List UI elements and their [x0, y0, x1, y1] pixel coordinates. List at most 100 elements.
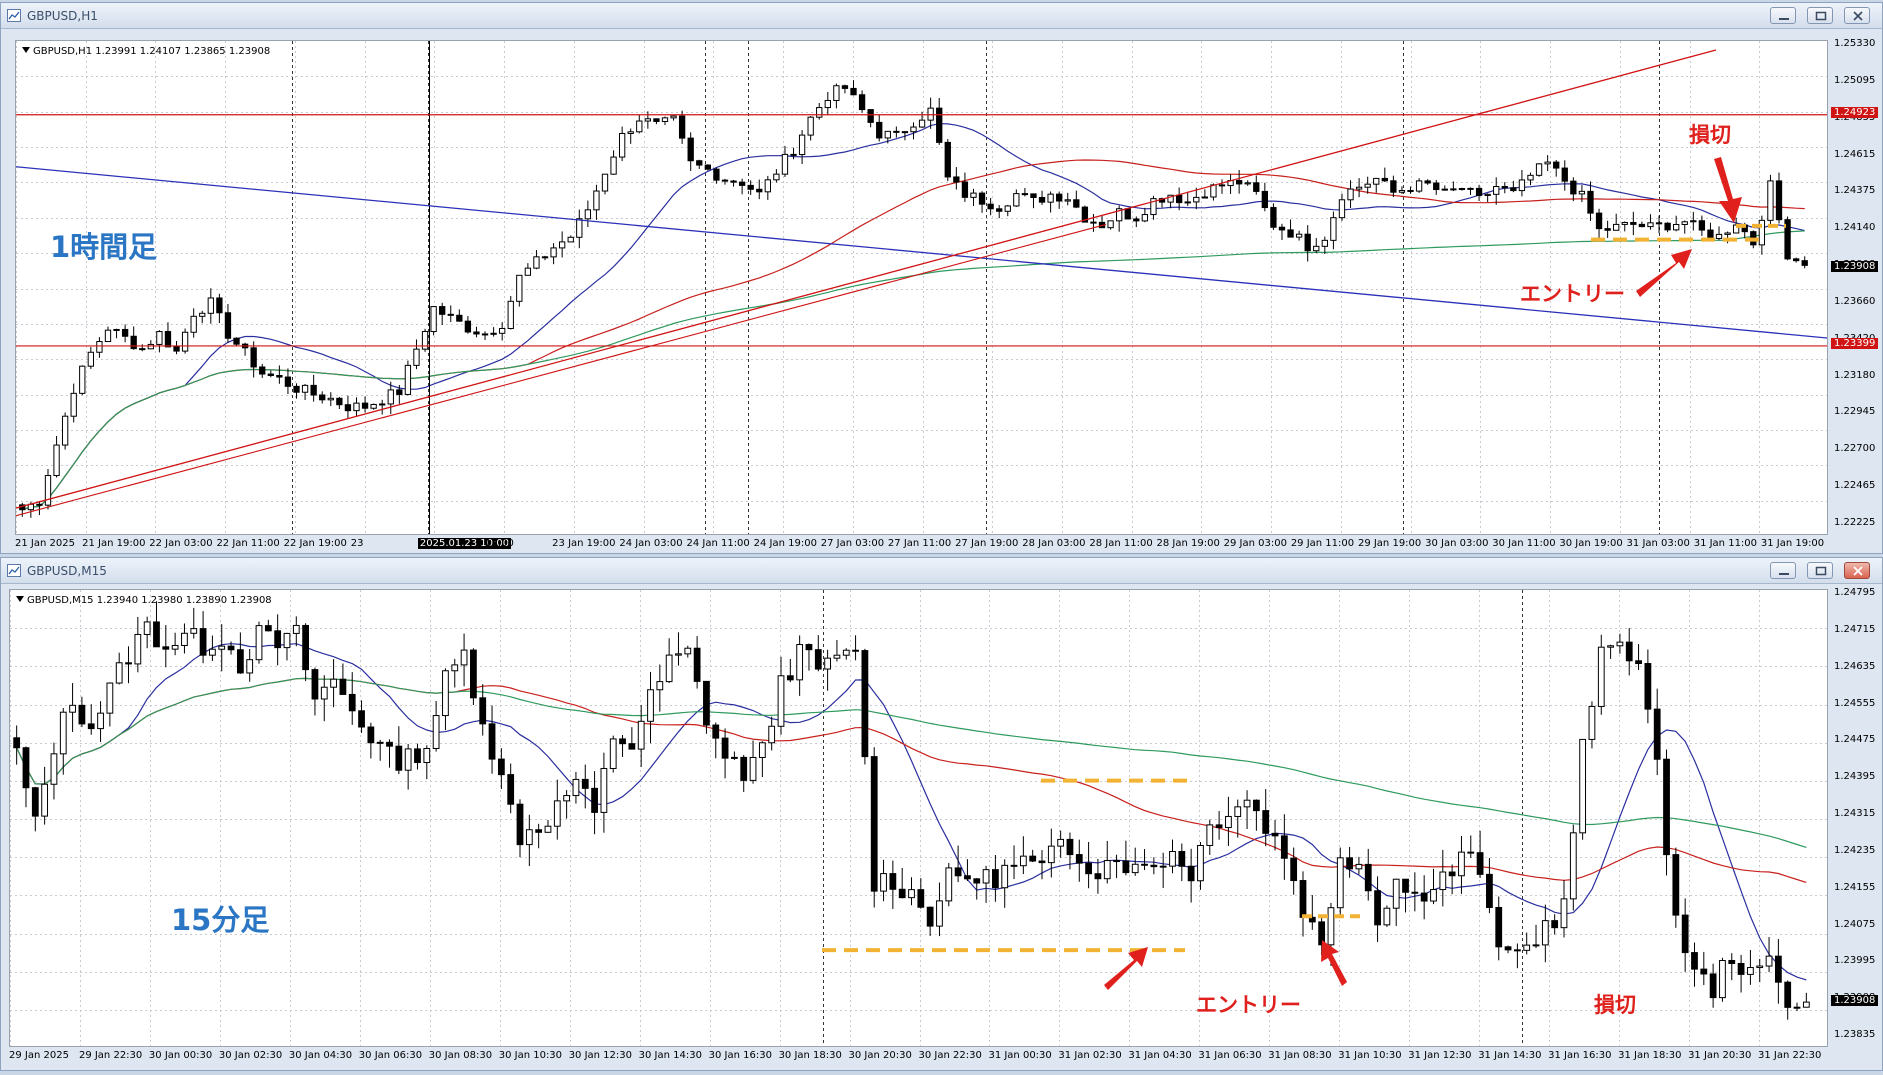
bear-candle [139, 348, 146, 351]
bull-candle [982, 869, 990, 884]
bull-candle [1690, 220, 1697, 223]
bear-candle [1021, 193, 1029, 196]
bear-candle [1271, 832, 1279, 837]
ma-mid-line [16, 677, 1807, 883]
bear-candle [481, 333, 489, 336]
bear-candle [1407, 189, 1414, 192]
time-tick-label: 31 Jan 10:30 [1338, 1050, 1402, 1061]
bear-candle [1299, 880, 1307, 918]
price-tick-label: 1.24795 [1834, 587, 1876, 598]
bear-candle [1178, 851, 1186, 867]
restore-icon [1815, 11, 1827, 21]
bull-candle [644, 118, 652, 122]
bull-candle [525, 829, 533, 846]
bull-candle [1724, 232, 1731, 235]
bear-candle [1698, 220, 1706, 231]
bear-candle [13, 737, 21, 749]
restore-button[interactable] [1807, 562, 1833, 579]
minimize-button[interactable] [1770, 7, 1796, 24]
bull-candle [218, 645, 226, 650]
bull-candle [1747, 967, 1754, 975]
bull-candle [1336, 857, 1344, 909]
close-button[interactable] [1844, 7, 1870, 24]
window-titlebar[interactable]: GBPUSD,M15 [1, 558, 1882, 584]
bear-candle [1630, 222, 1637, 225]
bear-candle [581, 778, 589, 789]
price-tick-label: 1.24140 [1834, 222, 1876, 234]
chart-window-h1[interactable]: GBPUSD,H1 GBPUSD,H1 1.23991 1.24107 1.23… [0, 2, 1883, 554]
bull-candle [134, 633, 142, 665]
bear-candle [302, 624, 310, 671]
bear-candle [1075, 854, 1083, 864]
bear-candle [1653, 708, 1661, 760]
chart-plot-area[interactable]: GBPUSD,M15 1.23940 1.23980 1.23890 1.239… [9, 589, 1828, 1047]
bear-candle [1364, 863, 1372, 892]
bear-candle [1252, 799, 1260, 812]
bull-candle [731, 756, 738, 759]
bull-candle [647, 689, 654, 722]
bull-candle [781, 153, 789, 175]
bear-candle [653, 118, 660, 122]
time-tick-label: 29 Jan 19:00 [1357, 538, 1422, 549]
bull-candle [1579, 738, 1587, 834]
bull-candle [1541, 920, 1549, 946]
bull-candle [1518, 179, 1526, 192]
bear-candle [696, 160, 703, 166]
bull-candle [1001, 864, 1009, 889]
symbol-info: GBPUSD,M15 1.23940 1.23980 1.23890 1.239… [27, 595, 272, 606]
bull-candle [824, 657, 831, 670]
bull-candle [59, 711, 67, 755]
bear-candle [591, 787, 598, 813]
bear-candle [889, 873, 897, 890]
price-tick-label: 1.22945 [1834, 406, 1876, 418]
bull-candle [147, 343, 154, 350]
restore-button[interactable] [1807, 7, 1833, 24]
bear-candle [1495, 906, 1503, 948]
bear-candle [199, 628, 207, 656]
bear-candle [1187, 865, 1195, 882]
time-tick-label: 11:00 [485, 538, 514, 549]
bull-candle [670, 115, 677, 119]
bull-candle [1467, 187, 1474, 190]
bear-candle [1278, 226, 1286, 231]
bull-candle [451, 664, 459, 672]
time-tick-label: 30 Jan 19:00 [1559, 538, 1623, 549]
bear-candle [1094, 873, 1102, 880]
chart-plot-area[interactable]: GBPUSD,H1 1.23991 1.24107 1.23865 1.2390… [15, 40, 1828, 535]
bull-candle [618, 132, 626, 158]
bear-candle [893, 130, 900, 133]
bull-candle [190, 628, 198, 634]
bull-candle [181, 632, 188, 646]
bull-candle [1206, 824, 1214, 846]
minimize-button[interactable] [1770, 562, 1796, 579]
bear-candle [1261, 190, 1269, 209]
bear-candle [396, 389, 403, 395]
bear-candle [1085, 862, 1092, 875]
bull-candle [600, 767, 608, 813]
bull-candle [1719, 959, 1726, 999]
price-tick-label: 1.22465 [1834, 480, 1876, 492]
bear-candle [344, 404, 352, 412]
bear-candle [1792, 258, 1800, 262]
price-tick-label: 1.23995 [1834, 955, 1876, 967]
time-tick-label: 22 Jan 11:00 [216, 538, 280, 549]
price-marker-box: 1.24923 [1831, 106, 1879, 118]
bull-candle [115, 662, 123, 684]
bear-candle [22, 747, 30, 789]
bull-candle [584, 209, 592, 220]
bull-candle [404, 748, 412, 771]
bear-candle [1604, 228, 1611, 231]
bear-candle [1635, 660, 1642, 665]
bull-candle [209, 648, 216, 656]
bull-candle [156, 331, 163, 345]
close-button[interactable] [1844, 562, 1870, 579]
chart-window-m15[interactable]: GBPUSD,M15 GBPUSD,M15 1.23940 1.23980 1.… [0, 557, 1883, 1071]
bull-candle [533, 256, 540, 269]
bull-candle [96, 341, 103, 353]
symbol-info-bar: GBPUSD,H1 1.23991 1.24107 1.23865 1.2390… [22, 46, 270, 57]
time-tick-label: 29 Jan 11:00 [1290, 538, 1355, 549]
bull-candle [833, 654, 841, 659]
bull-candle [1347, 188, 1354, 201]
window-titlebar[interactable]: GBPUSD,H1 [1, 3, 1882, 29]
time-tick-label: 31 Jan 14:30 [1478, 1050, 1542, 1061]
